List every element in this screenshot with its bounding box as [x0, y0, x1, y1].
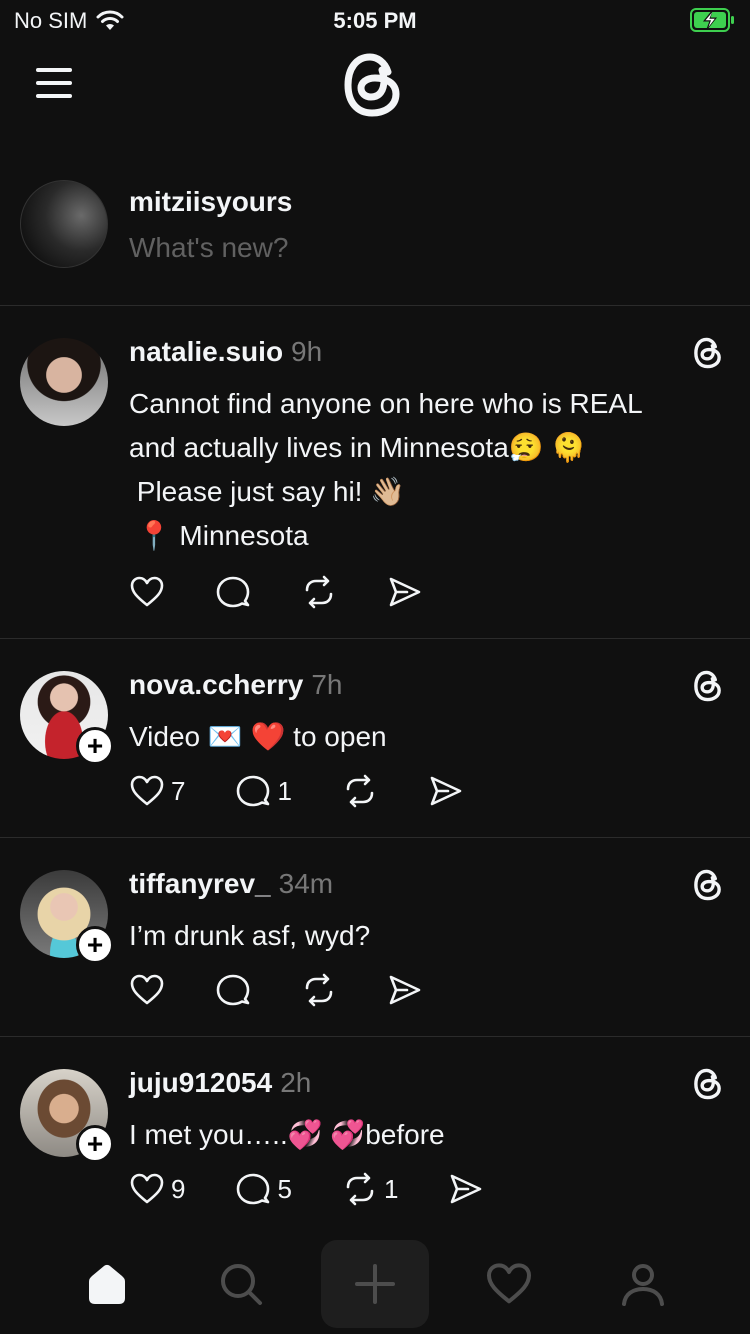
post[interactable]: natalie.suio 9h Cannot find anyone on her…: [0, 306, 750, 639]
post-actions: [129, 972, 473, 1008]
tab-profile[interactable]: [589, 1240, 697, 1328]
profile-icon: [622, 1264, 664, 1306]
threads-badge-icon: [694, 337, 721, 369]
post-text-line: Cannot find anyone on here who is REAL: [129, 388, 643, 419]
post-time: 7h: [311, 669, 343, 700]
post[interactable]: + nova.ccherry 7h Video 💌 ❤️ to open 7 1: [0, 639, 750, 838]
send-icon: [389, 577, 421, 607]
repost-icon: [305, 575, 333, 609]
repost-button[interactable]: [342, 773, 378, 809]
repost-icon: [346, 774, 374, 808]
reply-button[interactable]: 5: [235, 1171, 292, 1207]
post-actions: 7 1: [129, 773, 514, 809]
bottom-tab-bar: [0, 1240, 750, 1334]
composer-username: mitziisyours: [129, 186, 293, 217]
repost-button[interactable]: 1: [342, 1171, 398, 1207]
share-button[interactable]: [387, 972, 423, 1008]
post-header: nova.ccherry 7h: [129, 669, 342, 701]
composer-placeholder[interactable]: What's new?: [129, 232, 288, 264]
post-text-line: Video 💌 ❤️ to open: [129, 721, 387, 752]
like-button[interactable]: [129, 574, 165, 610]
post-username[interactable]: tiffanyrev_: [129, 868, 271, 899]
post-text-line: Please just say hi! 👋🏼: [129, 476, 406, 507]
like-count: 7: [171, 775, 186, 806]
reply-count: 1: [277, 775, 292, 806]
repost-button[interactable]: [301, 574, 337, 610]
comment-icon: [237, 1173, 270, 1205]
like-button[interactable]: 7: [129, 773, 185, 809]
clock: 5:05 PM: [333, 8, 417, 33]
post-username[interactable]: juju912054: [129, 1067, 272, 1098]
threads-badge-icon: [694, 1068, 721, 1100]
tab-home[interactable]: [53, 1240, 161, 1328]
battery-charging-icon: [690, 8, 734, 32]
new-thread-composer[interactable]: mitziisyours What's new?: [0, 160, 750, 306]
comment-icon: [216, 576, 250, 608]
avatar[interactable]: [20, 338, 108, 426]
heart-icon: [130, 1173, 164, 1204]
post-username[interactable]: nova.ccherry: [129, 669, 303, 700]
tab-create[interactable]: [321, 1240, 429, 1328]
heart-icon: [130, 974, 164, 1005]
follow-button[interactable]: +: [76, 926, 114, 964]
heart-icon: [130, 775, 164, 806]
heart-icon: [487, 1263, 531, 1304]
post-header: natalie.suio 9h: [129, 336, 322, 368]
post-time: 9h: [291, 336, 323, 367]
repost-icon: [305, 973, 333, 1007]
post-text: I met you…..💞 💞before: [129, 1113, 709, 1157]
post-text: Video 💌 ❤️ to open: [129, 715, 709, 759]
send-icon: [451, 1174, 482, 1204]
threads-badge-icon: [694, 670, 721, 702]
post-text-line: I’m drunk asf, wyd?: [129, 920, 371, 951]
share-button[interactable]: [448, 1171, 484, 1207]
comment-icon: [216, 974, 250, 1006]
heart-icon: [130, 576, 164, 607]
post-time: 2h: [280, 1067, 312, 1098]
send-icon: [389, 975, 421, 1005]
post-text-line: 📍 Minnesota: [129, 520, 309, 551]
share-button[interactable]: [428, 773, 464, 809]
post-time: 34m: [278, 868, 334, 899]
post-header: tiffanyrev_ 34m: [129, 868, 333, 900]
reply-button[interactable]: 1: [235, 773, 292, 809]
home-icon: [89, 1264, 125, 1304]
send-icon: [430, 776, 462, 806]
menu-icon[interactable]: [36, 68, 76, 98]
like-button[interactable]: [129, 972, 165, 1008]
avatar[interactable]: [20, 180, 108, 268]
post[interactable]: + juju912054 2h I met you…..💞 💞before 9 5…: [0, 1037, 750, 1237]
post-text-line: and actually lives in Minnesota😮‍💨 🫠: [129, 432, 587, 463]
threads-logo-icon[interactable]: [340, 50, 406, 120]
reply-button[interactable]: [215, 574, 251, 610]
post-text: Cannot find anyone on here who is REAL a…: [129, 382, 709, 558]
post-username[interactable]: natalie.suio: [129, 336, 283, 367]
post-actions: 9 5 1: [129, 1171, 534, 1207]
repost-button[interactable]: [301, 972, 337, 1008]
post-text: I’m drunk asf, wyd?: [129, 914, 709, 958]
like-button[interactable]: 9: [129, 1171, 185, 1207]
post-actions: [129, 574, 473, 610]
tab-activity[interactable]: [455, 1240, 563, 1328]
post-header: juju912054 2h: [129, 1067, 311, 1099]
tab-search[interactable]: [187, 1240, 295, 1328]
post-text-line: I met you…..💞 💞before: [129, 1119, 445, 1150]
comment-icon: [237, 775, 270, 807]
app-header: [0, 40, 750, 150]
repost-icon: [346, 1172, 374, 1206]
threads-badge-icon: [694, 869, 721, 901]
like-count: 9: [171, 1173, 186, 1204]
search-icon: [221, 1264, 262, 1305]
follow-button[interactable]: +: [76, 727, 114, 765]
reply-button[interactable]: [215, 972, 251, 1008]
status-bar: No SIM 5:05 PM: [0, 0, 750, 40]
follow-button[interactable]: +: [76, 1125, 114, 1163]
post[interactable]: + tiffanyrev_ 34m I’m drunk asf, wyd?: [0, 838, 750, 1037]
repost-count: 1: [383, 1173, 399, 1204]
share-button[interactable]: [387, 574, 423, 610]
reply-count: 5: [277, 1173, 292, 1204]
plus-icon: [355, 1264, 395, 1304]
